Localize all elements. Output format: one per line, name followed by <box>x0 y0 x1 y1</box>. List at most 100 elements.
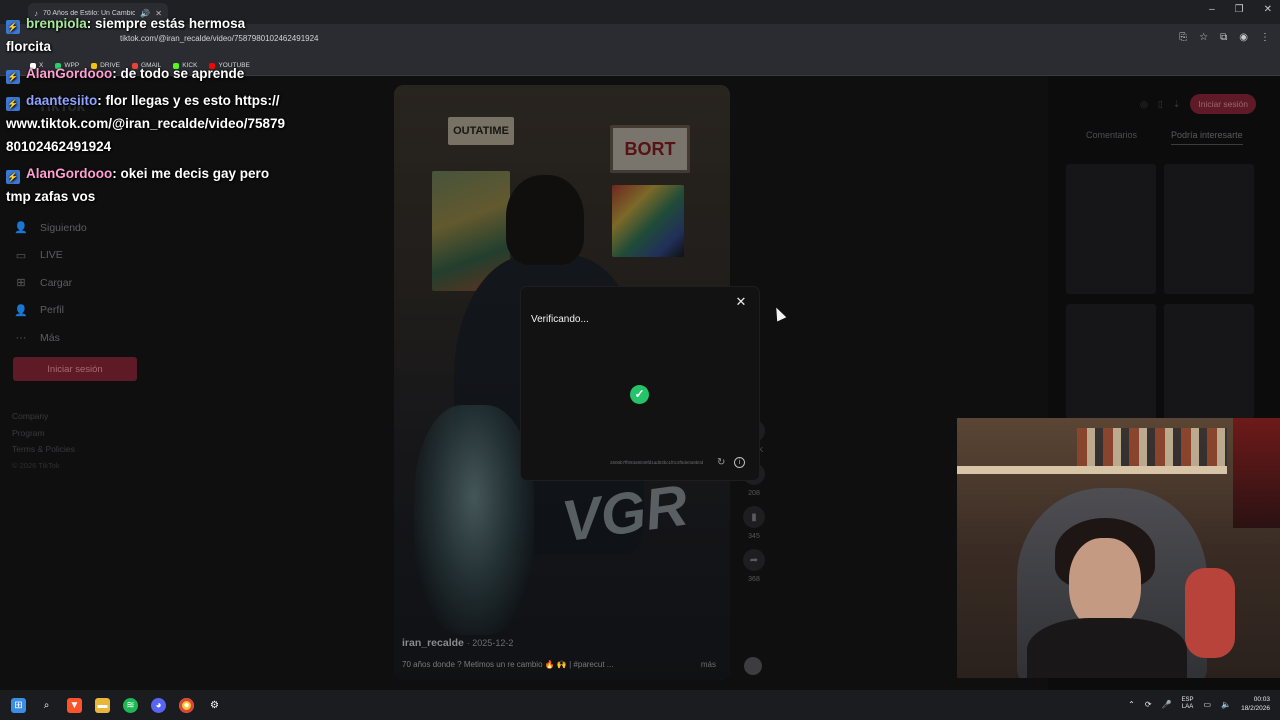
sidebar-item-cargar[interactable]: ⊞ Cargar <box>14 269 144 297</box>
webcam-poster <box>1233 418 1280 528</box>
address-bar-icons: ⎘ ☆ ⧉ ◉ ⋮ <box>1179 32 1270 43</box>
live-icon: ▭ <box>15 249 27 262</box>
window-controls: – ❐ ✕ <box>1209 4 1272 15</box>
install-icon[interactable]: ⎘ <box>1179 32 1187 43</box>
footer-link-terms[interactable]: Terms & Policies <box>12 441 75 458</box>
comment-count: 208 <box>748 490 760 497</box>
video-caption: 70 años donde ? Metimos un re cambio 🔥 🙌… <box>402 660 614 669</box>
chat-username: brenpiola <box>26 16 87 31</box>
tab-comentarios[interactable]: Comentarios <box>1086 130 1137 145</box>
sync-icon[interactable]: ⟳ <box>1145 700 1152 709</box>
suggested-thumbnail[interactable] <box>1164 304 1254 434</box>
explorer-icon[interactable]: ▬ <box>95 697 110 713</box>
microphone-icon[interactable]: 🎤 <box>1162 700 1172 709</box>
profile-icon: 👤 <box>14 304 28 317</box>
chat-message: ⚡ AlanGordooo: de todo se aprende <box>6 62 286 85</box>
bookmark-action[interactable]: ▮ 345 <box>743 506 765 540</box>
search-icon[interactable]: ⌕ <box>39 698 54 713</box>
chat-badge-icon: ⚡ <box>6 97 20 111</box>
chevron-up-icon[interactable]: ⌃ <box>1128 700 1135 709</box>
sidebar-item-label: Más <box>40 331 60 344</box>
sidebar-item-label: LIVE <box>40 249 63 262</box>
download-icon[interactable]: ⇣ <box>1173 99 1181 110</box>
suggested-thumbnail[interactable] <box>1066 164 1156 294</box>
spotify-icon[interactable]: ≋ <box>123 697 138 713</box>
bookmark-icon: ▮ <box>743 506 765 528</box>
sidebar-nav: 👤 Siguiendo ▭ LIVE ⊞ Cargar 👤 Perfil ···… <box>14 214 144 352</box>
footer-links: Company Program Terms & Policies © 2026 … <box>12 408 75 474</box>
video-caption-more[interactable]: más <box>701 660 716 669</box>
coin-icon[interactable]: ◎ <box>1140 99 1148 110</box>
tab-podria-interesarte[interactable]: Podría interesarte <box>1171 130 1243 145</box>
video-author[interactable]: iran_recalde · 2025-12-2 <box>402 637 513 649</box>
volume-icon[interactable]: 🔈 <box>1221 700 1231 709</box>
windows-start-icon[interactable]: ⊞ <box>11 697 26 713</box>
webcam-shelf-figures <box>1077 428 1227 466</box>
header-actions: ◎ ▯ ⇣ Iniciar sesión <box>1140 94 1256 114</box>
share-count: 368 <box>748 576 760 583</box>
person-icon: 👤 <box>14 222 28 235</box>
sidebar-item-siguiendo[interactable]: 👤 Siguiendo <box>14 214 144 242</box>
captcha-title: Verificando... <box>531 314 589 325</box>
sidebar-item-perfil[interactable]: 👤 Perfil <box>14 297 144 325</box>
suggested-thumbnail[interactable] <box>1066 304 1156 434</box>
copyright: © 2026 TikTok <box>12 460 60 470</box>
profile-avatar-icon[interactable]: ◉ <box>1239 32 1248 43</box>
chat-text: : de todo se aprende <box>112 66 245 81</box>
sidebar-item-label: Cargar <box>40 276 73 289</box>
chat-username: AlanGordooo <box>26 66 113 81</box>
settings-icon[interactable]: ⚙ <box>207 698 222 713</box>
menu-kebab-icon[interactable]: ⋮ <box>1260 32 1270 43</box>
system-tray: ⌃ ⟳ 🎤 ESP LAA ▭ 🔈 00:03 18/2/2026 <box>1128 695 1270 713</box>
chat-badge-icon: ⚡ <box>6 20 20 34</box>
upload-icon: ⊞ <box>16 277 26 290</box>
chrome-icon[interactable]: ● <box>179 697 194 713</box>
close-window-icon[interactable]: ✕ <box>1264 4 1272 15</box>
chat-message: ⚡ daantesiito: flor llegas y es esto http… <box>6 89 286 158</box>
sidebar-item-live[interactable]: ▭ LIVE <box>14 242 144 270</box>
brave-icon[interactable]: ▼ <box>67 697 82 713</box>
webcam-person-body <box>1027 618 1187 678</box>
right-panel-tabs: Comentarios Podría interesarte <box>1086 130 1243 145</box>
info-icon[interactable]: i <box>734 457 745 468</box>
bookmark-count: 345 <box>748 533 760 540</box>
sidebar-item-mas[interactable]: ··· Más <box>14 324 144 352</box>
language-indicator[interactable]: ESP LAA <box>1182 697 1194 711</box>
chat-badge-icon: ⚡ <box>6 170 20 184</box>
sidebar-item-label: Siguiendo <box>40 221 87 234</box>
minimize-icon[interactable]: – <box>1209 4 1215 15</box>
chat-badge-icon: ⚡ <box>6 70 20 84</box>
network-icon[interactable]: ▭ <box>1204 700 1212 709</box>
chat-message: ⚡ AlanGordooo: okei me decis gay pero tmp… <box>6 162 286 208</box>
sound-avatar[interactable] <box>744 657 762 675</box>
footer-link-company[interactable]: Company <box>12 408 75 425</box>
refresh-icon[interactable]: ↻ <box>717 457 725 468</box>
taskbar-apps: ⊞ ⌕ ▼ ▬ ≋ ◕ ● ⚙ <box>0 697 222 713</box>
webcam-shelf <box>957 466 1227 474</box>
share-icon: ➦ <box>743 549 765 571</box>
suggested-thumbnail[interactable] <box>1164 164 1254 294</box>
chat-username: daantesiito <box>26 93 98 108</box>
share-action[interactable]: ➦ 368 <box>743 549 765 583</box>
check-icon: ✓ <box>630 385 649 404</box>
webcam-overlay <box>957 418 1280 678</box>
windows-taskbar: ⊞ ⌕ ▼ ▬ ≋ ◕ ● ⚙ ⌃ ⟳ 🎤 ESP LAA ▭ 🔈 00:03 18… <box>0 690 1280 720</box>
close-icon[interactable]: ✕ <box>735 295 747 308</box>
chat-message: ⚡ brenpiola: siempre estás hermosa florci… <box>6 12 286 58</box>
header-login-button[interactable]: Iniciar sesión <box>1190 94 1256 114</box>
star-icon[interactable]: ☆ <box>1199 32 1208 43</box>
extension-icon[interactable]: ⧉ <box>1220 32 1227 43</box>
video-date: · 2025-12-2 <box>466 638 514 648</box>
captcha-modal: Verificando... ✕ ✓ 2606b7ff993a9049fd1ad… <box>521 287 759 480</box>
stream-chat-overlay: ⚡ brenpiola: siempre estás hermosa florci… <box>6 12 286 212</box>
webcam-person-face <box>1069 538 1141 630</box>
footer-link-program[interactable]: Program <box>12 425 75 442</box>
login-button[interactable]: Iniciar sesión <box>13 357 137 381</box>
maximize-icon[interactable]: ❐ <box>1235 4 1244 15</box>
webcam-chair-accent <box>1185 568 1235 658</box>
discord-icon[interactable]: ◕ <box>151 697 166 713</box>
screen: ♪ 70 Años de Estilo: Un Cambio 🔊 ✕ – ❐ ✕… <box>0 0 1280 720</box>
clock[interactable]: 00:03 18/2/2026 <box>1241 695 1270 713</box>
device-icon[interactable]: ▯ <box>1158 99 1163 110</box>
more-icon: ··· <box>15 331 27 344</box>
